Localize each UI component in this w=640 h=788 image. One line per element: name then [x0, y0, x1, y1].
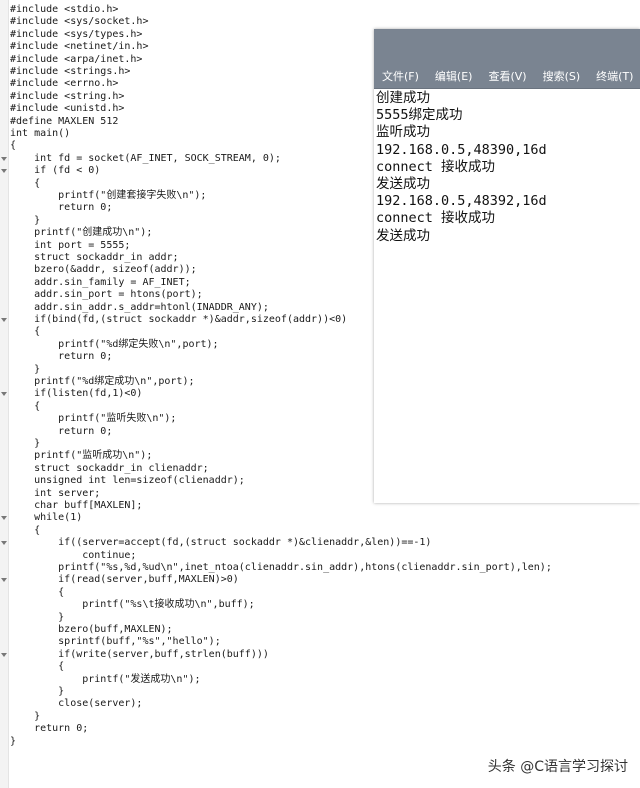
code-line: return 0;	[10, 351, 113, 363]
menu-terminal[interactable]: 终端(T)	[588, 68, 633, 84]
code-line: return 0;	[10, 202, 113, 214]
terminal-line: connect 接收成功	[376, 210, 496, 227]
code-line: }	[10, 735, 17, 747]
menu-view[interactable]: 查看(V)	[480, 68, 526, 84]
fold-marker-icon[interactable]	[1, 652, 7, 657]
code-line: return 0;	[10, 723, 89, 735]
code-line: #include <sys/socket.h>	[10, 16, 149, 28]
code-line: #define MAXLEN 512	[10, 115, 119, 127]
code-line: addr.sin_addr.s_addr=htonl(INADDR_ANY);	[10, 301, 269, 313]
code-line: if((server=accept(fd,(struct sockaddr *)…	[10, 537, 432, 549]
code-line: #include <sys/types.h>	[10, 28, 143, 40]
code-line: sprintf(buff,"%s","hello");	[10, 636, 221, 648]
code-line: if(write(server,buff,strlen(buff)))	[10, 648, 269, 660]
fold-marker-icon[interactable]	[1, 392, 7, 397]
menu-edit[interactable]: 编辑(E)	[427, 68, 473, 84]
code-line: {	[10, 140, 17, 152]
code-line: }	[10, 438, 41, 449]
code-line: #include <string.h>	[10, 90, 125, 102]
code-line: #include <arpa/inet.h>	[10, 53, 143, 65]
code-line: struct sockaddr_in clienaddr;	[10, 462, 209, 474]
code-line: close(server);	[10, 698, 143, 710]
terminal-line: 发送成功	[376, 227, 430, 244]
code-line: bzero(&addr, sizeof(addr));	[10, 264, 197, 276]
editor-gutter[interactable]	[0, 0, 9, 788]
code-line: }	[10, 710, 41, 722]
code-line: printf("%d绑定失败\n",port);	[10, 338, 219, 350]
terminal-line: 192.168.0.5,48390,16d	[376, 141, 547, 158]
code-line: int port = 5555;	[10, 239, 131, 251]
code-line: if (fd < 0)	[10, 165, 101, 177]
code-line: if(listen(fd,1)<0)	[10, 388, 143, 400]
code-line: unsigned int len=sizeof(clienaddr);	[10, 475, 245, 487]
fold-marker-icon[interactable]	[1, 516, 7, 521]
fold-marker-icon[interactable]	[1, 156, 7, 161]
terminal-line: 监听成功	[376, 124, 430, 141]
code-line: int server;	[10, 487, 101, 499]
terminal-menubar: 文件(F) 编辑(E) 查看(V) 搜索(S) 终端(T)	[374, 64, 640, 89]
code-line: {	[10, 326, 41, 338]
fold-marker-icon[interactable]	[1, 169, 7, 174]
code-line: addr.sin_family = AF_INET;	[10, 276, 191, 288]
code-line: printf("%s,%d,%ud\n",inet_ntoa(clienaddr…	[10, 562, 552, 573]
code-line: {	[10, 524, 41, 536]
fold-marker-icon[interactable]	[1, 541, 7, 546]
code-line: printf("%d绑定成功\n",port);	[10, 376, 195, 387]
menu-search[interactable]: 搜索(S)	[535, 68, 581, 84]
terminal-line: 5555绑定成功	[376, 107, 463, 124]
code-line: return 0;	[10, 425, 113, 437]
fold-marker-icon[interactable]	[1, 578, 7, 583]
code-line: printf("发送成功\n");	[10, 673, 201, 685]
terminal-line: connect 接收成功	[376, 158, 496, 175]
code-line: #include <netinet/in.h>	[10, 41, 149, 53]
code-line: struct sockaddr_in addr;	[10, 252, 179, 263]
terminal-line: 创建成功	[376, 90, 430, 106]
code-line: int fd = socket(AF_INET, SOCK_STREAM, 0)…	[10, 152, 281, 164]
code-line: continue;	[10, 549, 137, 561]
code-line: #include <unistd.h>	[10, 103, 125, 115]
code-line: {	[10, 661, 65, 673]
watermark: 头条 @C语言学习探讨	[487, 759, 628, 775]
code-line: printf("%s\t接收成功\n",buff);	[10, 599, 255, 611]
code-line: printf("创建套接字失败\n");	[10, 190, 207, 201]
code-line: int main()	[10, 128, 71, 139]
code-line: #include <stdio.h>	[10, 4, 119, 15]
code-line: if(read(server,buff,MAXLEN)>0)	[10, 574, 239, 586]
code-line: {	[10, 400, 41, 412]
code-line: {	[10, 177, 41, 189]
code-line: if(bind(fd,(struct sockaddr *)&addr,size…	[10, 314, 348, 325]
code-line: printf("监听成功\n");	[10, 450, 153, 462]
code-line: }	[10, 214, 41, 226]
code-line: bzero(buff,MAXLEN);	[10, 624, 173, 635]
fold-marker-icon[interactable]	[1, 318, 7, 322]
code-line: #include <strings.h>	[10, 66, 131, 77]
code-line: printf("创建成功\n");	[10, 227, 153, 239]
code-line: char buff[MAXLEN];	[10, 500, 143, 511]
terminal-line: 发送成功	[376, 176, 430, 192]
terminal-output[interactable]: 创建成功 5555绑定成功 监听成功 192.168.0.5,48390,16d con…	[376, 90, 638, 500]
terminal-window[interactable]: 文件(F) 编辑(E) 查看(V) 搜索(S) 终端(T) 创建成功 5555绑定…	[374, 29, 640, 503]
code-line: }	[10, 363, 41, 375]
code-line: addr.sin_port = htons(port);	[10, 289, 203, 301]
menu-file[interactable]: 文件(F)	[374, 68, 419, 84]
code-line: while(1)	[10, 512, 83, 524]
terminal-line: 192.168.0.5,48392,16d	[376, 193, 547, 210]
terminal-titlebar[interactable]	[374, 29, 640, 64]
code-line: #include <errno.h>	[10, 78, 119, 90]
code-line: {	[10, 586, 65, 598]
code-line: printf("监听失败\n");	[10, 413, 177, 425]
code-line: }	[10, 686, 65, 697]
code-line: }	[10, 611, 65, 623]
